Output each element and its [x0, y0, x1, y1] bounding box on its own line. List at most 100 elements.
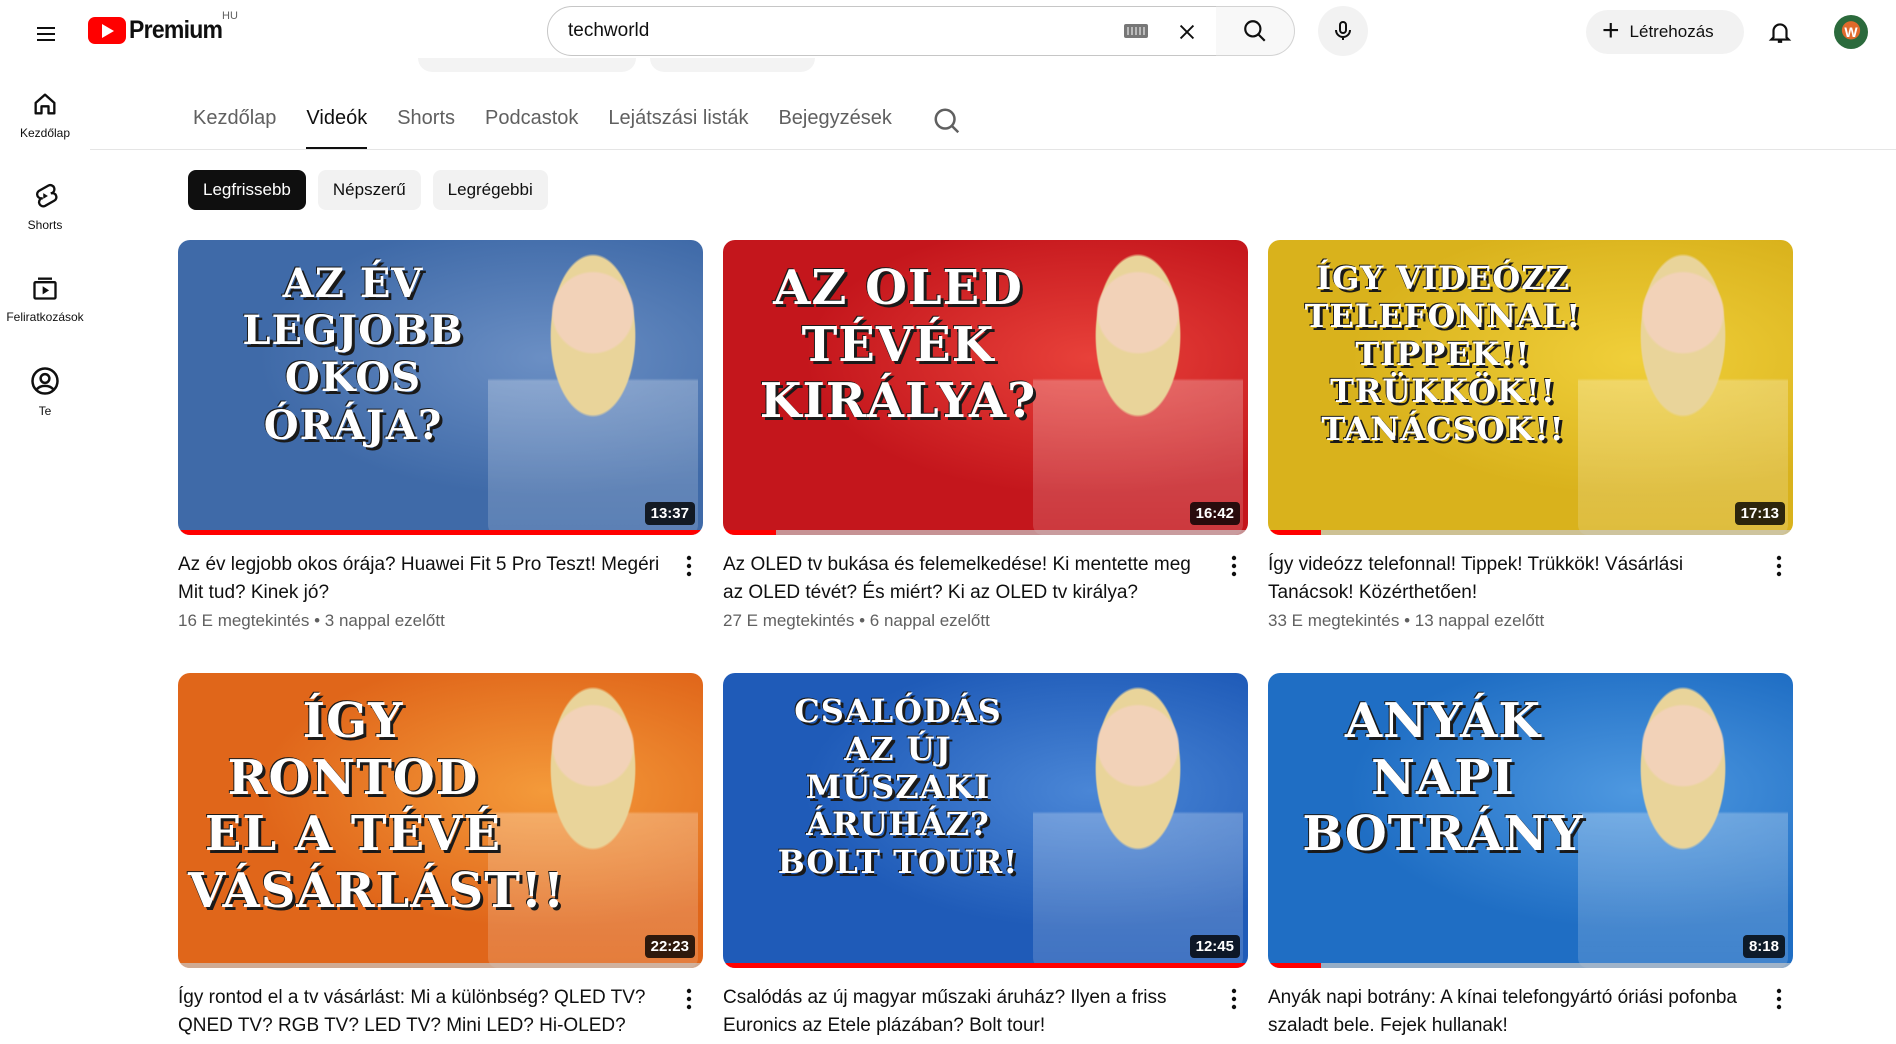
- video-meta: Anyák napi botrány: A kínai telefongyárt…: [1268, 968, 1793, 1040]
- video-stats: 27 E megtekintés • 6 nappal ezelőtt: [723, 611, 1208, 631]
- video-thumbnail[interactable]: AZ OLED TÉVÉK KIRÁLYA? 16:42: [723, 240, 1248, 535]
- microphone-button[interactable]: [1318, 6, 1368, 56]
- video-thumbnail[interactable]: ANYÁK NAPI BOTRÁNY 8:18: [1268, 673, 1793, 968]
- thumbnail-person-image: [1033, 250, 1243, 535]
- sidebar-item-label: Te: [38, 404, 52, 418]
- video-stats: 16 E megtekintés • 3 nappal ezelőtt: [178, 611, 663, 631]
- view-count: 33 E megtekintés: [1268, 611, 1400, 630]
- thumbnail-text: ANYÁK NAPI BOTRÁNY: [1302, 693, 1584, 863]
- video-card[interactable]: ÍGY RONTOD EL A TÉVÉ VÁSÁRLÁST!! 22:23 Í…: [178, 673, 703, 1044]
- video-title[interactable]: Az év legjobb okos órája? Huawei Fit 5 P…: [178, 551, 663, 607]
- separator: •: [854, 611, 870, 630]
- sidebar-item-label: Kezdőlap: [19, 126, 71, 140]
- thumbnail-text: CSALÓDÁS AZ ÚJ MŰSZAKI ÁRUHÁZ? BOLT TOUR…: [777, 692, 1019, 881]
- duration-badge: 13:37: [644, 502, 695, 525]
- tab-playlists[interactable]: Lejátszási listák: [608, 100, 748, 150]
- divider: [90, 149, 1896, 150]
- youtube-play-icon: [88, 17, 126, 44]
- video-card[interactable]: AZ ÉV LEGJOBB OKOS ÓRÁJA? 13:37 Az év le…: [178, 240, 703, 631]
- video-meta: Csalódás az új magyar műszaki áruház? Il…: [723, 968, 1248, 1040]
- keyboard-icon[interactable]: [1124, 24, 1148, 38]
- chip-oldest[interactable]: Legrégebbi: [432, 170, 548, 210]
- top-bar: Premium HU techworld + Létrehozás W: [0, 0, 1896, 64]
- thumbnail-text: AZ ÉV LEGJOBB OKOS ÓRÁJA?: [242, 260, 464, 449]
- thumbnail-person-image: [1578, 250, 1788, 535]
- duration-badge: 17:13: [1734, 502, 1785, 525]
- close-icon[interactable]: [1170, 15, 1204, 49]
- view-count: 27 E megtekintés: [723, 611, 855, 630]
- video-card[interactable]: ANYÁK NAPI BOTRÁNY 8:18 Anyák napi botrá…: [1268, 673, 1793, 1044]
- video-title[interactable]: Így rontod el a tv vásárlást: Mi a külön…: [178, 984, 663, 1040]
- sort-chips: Legfrissebb Népszerű Legrégebbi: [188, 170, 560, 210]
- tab-videos[interactable]: Videók: [306, 100, 367, 150]
- duration-badge: 22:23: [644, 935, 695, 958]
- brand-name: Premium: [129, 16, 223, 44]
- thumbnail-text: ÍGY RONTOD EL A TÉVÉ VÁSÁRLÁST!!: [188, 693, 566, 919]
- thumbnail-text: AZ OLED TÉVÉK KIRÁLYA?: [759, 260, 1037, 430]
- home-icon: [34, 93, 56, 115]
- menu-icon[interactable]: [26, 14, 66, 54]
- shorts-icon: [35, 183, 58, 208]
- duration-badge: 12:45: [1189, 935, 1240, 958]
- tab-shorts[interactable]: Shorts: [397, 100, 455, 150]
- video-thumbnail[interactable]: CSALÓDÁS AZ ÚJ MŰSZAKI ÁRUHÁZ? BOLT TOUR…: [723, 673, 1248, 968]
- search-query[interactable]: techworld: [568, 20, 1216, 42]
- channel-search-icon[interactable]: [932, 106, 962, 136]
- video-meta: Így rontod el a tv vásárlást: Mi a külön…: [178, 968, 703, 1040]
- microphone-icon: [1335, 21, 1351, 40]
- video-meta: Az OLED tv bukása és felemelkedése! Ki m…: [723, 535, 1248, 631]
- more-options-icon[interactable]: [1222, 551, 1246, 581]
- tab-posts[interactable]: Bejegyzések: [778, 100, 891, 150]
- thumbnail-person-image: [1578, 683, 1788, 968]
- sidebar-item-subscriptions[interactable]: Feliratkozások: [0, 248, 90, 340]
- video-card[interactable]: CSALÓDÁS AZ ÚJ MŰSZAKI ÁRUHÁZ? BOLT TOUR…: [723, 673, 1248, 1044]
- video-meta: Az év legjobb okos órája? Huawei Fit 5 P…: [178, 535, 703, 631]
- chip-latest[interactable]: Legfrissebb: [188, 170, 306, 210]
- create-button-label: Létrehozás: [1629, 22, 1714, 41]
- video-thumbnail[interactable]: ÍGY VIDEÓZZ TELEFONNAL! TIPPEK!! TRÜKKÖK…: [1268, 240, 1793, 535]
- sidebar-item-home[interactable]: Kezdőlap: [0, 64, 90, 156]
- region-code: HU: [222, 10, 238, 22]
- view-count: 16 E megtekintés: [178, 611, 310, 630]
- channel-tabs: Kezdőlap Videók Shorts Podcastok Lejátsz…: [193, 100, 962, 150]
- search-icon: [1244, 20, 1266, 42]
- more-options-icon[interactable]: [1767, 551, 1791, 581]
- video-title[interactable]: Csalódás az új magyar műszaki áruház? Il…: [723, 984, 1208, 1040]
- more-options-icon[interactable]: [1222, 984, 1246, 1014]
- avatar-initial: W: [1844, 24, 1858, 40]
- video-thumbnail[interactable]: AZ ÉV LEGJOBB OKOS ÓRÁJA? 13:37: [178, 240, 703, 535]
- search-button[interactable]: [1216, 6, 1295, 56]
- duration-badge: 8:18: [1742, 935, 1785, 958]
- video-title[interactable]: Az OLED tv bukása és felemelkedése! Ki m…: [723, 551, 1208, 607]
- video-title[interactable]: Így videózz telefonnal! Tippek! Trükkök!…: [1268, 551, 1753, 607]
- search-input[interactable]: techworld: [547, 6, 1217, 56]
- video-title[interactable]: Anyák napi botrány: A kínai telefongyárt…: [1268, 984, 1753, 1040]
- notifications-button[interactable]: [1758, 10, 1802, 54]
- more-options-icon[interactable]: [1767, 984, 1791, 1014]
- avatar[interactable]: W: [1834, 15, 1868, 49]
- thumbnail-person-image: [1033, 683, 1243, 968]
- video-stats: 33 E megtekintés • 13 nappal ezelőtt: [1268, 611, 1753, 631]
- plus-icon: +: [1602, 13, 1620, 47]
- chip-popular[interactable]: Népszerű: [317, 170, 421, 210]
- you-icon: [31, 367, 59, 395]
- video-thumbnail[interactable]: ÍGY RONTOD EL A TÉVÉ VÁSÁRLÁST!! 22:23: [178, 673, 703, 968]
- youtube-premium-logo[interactable]: Premium HU: [88, 10, 238, 45]
- more-options-icon[interactable]: [677, 984, 701, 1014]
- sidebar-item-shorts[interactable]: Shorts: [0, 156, 90, 248]
- ghost-shape: [650, 58, 815, 72]
- sidebar-item-you[interactable]: Te: [0, 340, 90, 432]
- tab-home[interactable]: Kezdőlap: [193, 100, 276, 150]
- tab-podcasts[interactable]: Podcastok: [485, 100, 578, 150]
- thumbnail-person-image: [488, 250, 698, 535]
- subscriptions-icon: [33, 277, 57, 300]
- sidebar: Kezdőlap Shorts Feliratkozások Te: [0, 64, 90, 432]
- video-meta: Így videózz telefonnal! Tippek! Trükkök!…: [1268, 535, 1793, 631]
- upload-age: 6 nappal ezelőtt: [869, 611, 990, 630]
- more-options-icon[interactable]: [677, 551, 701, 581]
- create-button[interactable]: + Létrehozás: [1586, 10, 1744, 54]
- video-card[interactable]: AZ OLED TÉVÉK KIRÁLYA? 16:42 Az OLED tv …: [723, 240, 1248, 631]
- video-card[interactable]: ÍGY VIDEÓZZ TELEFONNAL! TIPPEK!! TRÜKKÖK…: [1268, 240, 1793, 631]
- separator: •: [1399, 611, 1415, 630]
- thumbnail-text: ÍGY VIDEÓZZ TELEFONNAL! TIPPEK!! TRÜKKÖK…: [1304, 259, 1582, 448]
